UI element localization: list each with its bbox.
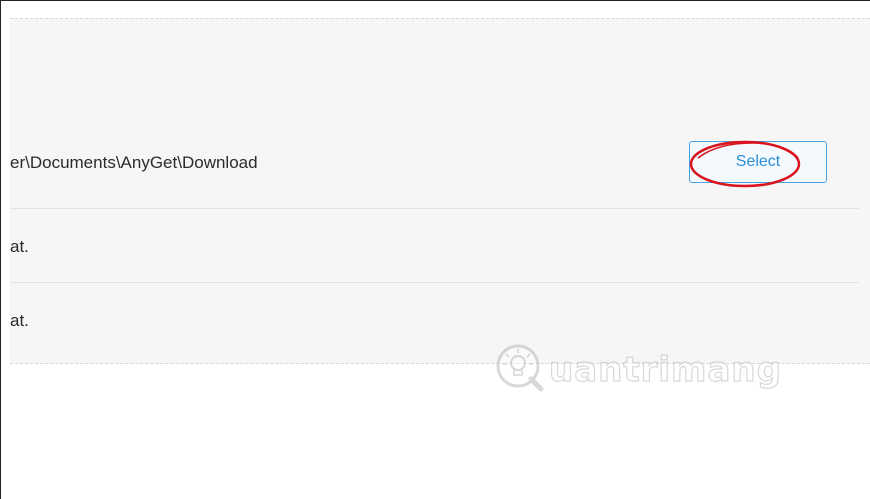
download-path-text: er\Documents\AnyGet\Download	[10, 153, 258, 172]
settings-row-text: at.	[10, 311, 29, 330]
lightbulb-q-logo-icon	[496, 344, 544, 392]
settings-panel: er\Documents\AnyGet\Download Select at. …	[10, 18, 870, 364]
settings-row: at.	[10, 209, 859, 283]
download-folder-row: er\Documents\AnyGet\Download Select	[10, 127, 859, 209]
settings-row-text: at.	[10, 237, 29, 256]
watermark-text: uantrimang	[548, 349, 782, 390]
watermark: uantrimang	[493, 341, 782, 395]
app-window: er\Documents\AnyGet\Download Select at. …	[0, 0, 870, 499]
select-folder-button[interactable]: Select	[689, 141, 827, 183]
